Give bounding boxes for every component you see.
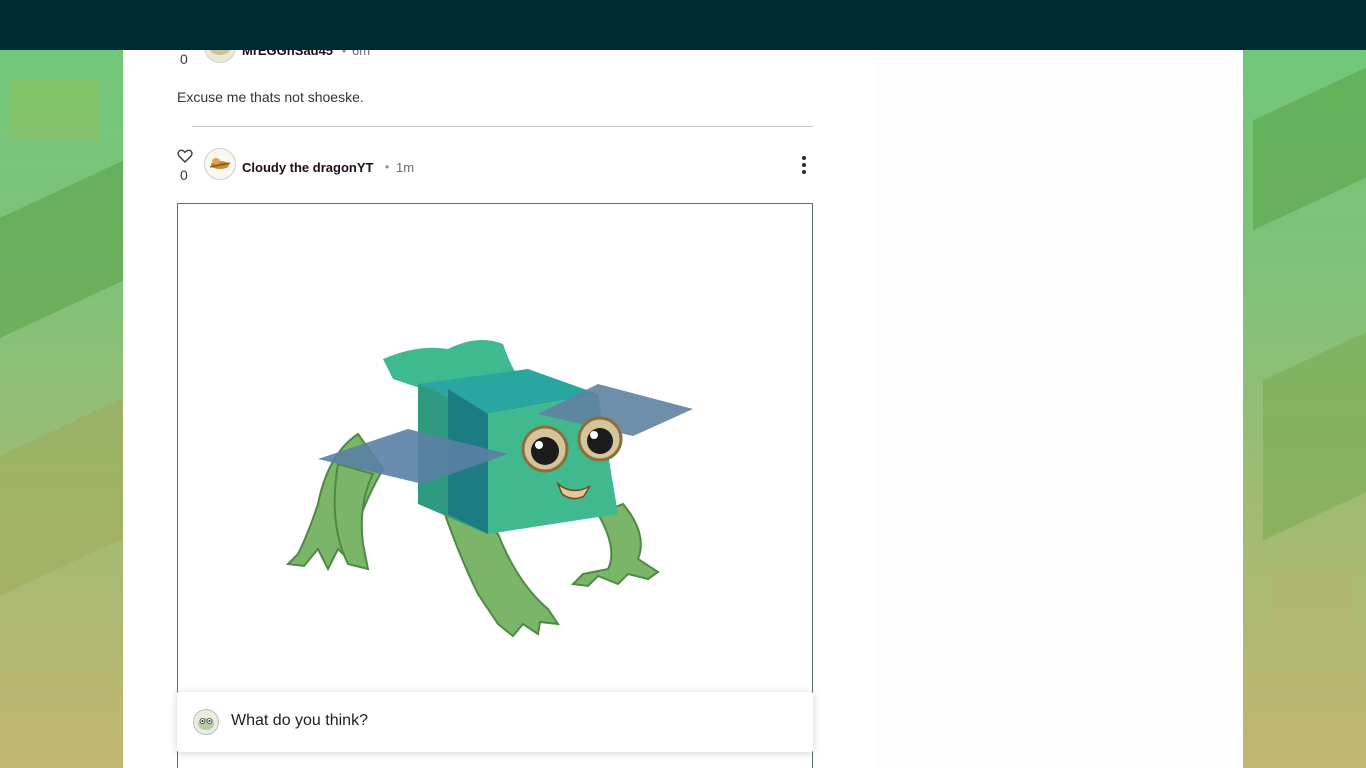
fandom-heart-icon — [10, 14, 36, 37]
comment-2-more-options-icon[interactable] — [802, 156, 806, 177]
nav-links: GAMES MOVIES TV VIDEO WIKIS — [151, 0, 534, 50]
fandom-logo[interactable]: FANDOM — [10, 12, 121, 38]
comment-2-avatar-image — [205, 149, 235, 179]
right-rail — [877, 50, 1243, 768]
comment-divider — [192, 126, 813, 127]
start-a-wiki-button[interactable]: START A WIKI — [1250, 9, 1355, 40]
comment-2-separator: • — [385, 160, 390, 174]
background-left — [0, 50, 123, 768]
user-avatar[interactable] — [1142, 11, 1170, 39]
comment-2-avatar[interactable] — [204, 148, 236, 180]
nav-movies[interactable]: MOVIES — [236, 16, 300, 34]
user-avatar-image — [1144, 13, 1168, 37]
like-heart-icon[interactable] — [177, 149, 193, 163]
notifications-chevron-icon[interactable] — [1231, 22, 1239, 27]
nav-games[interactable]: GAMES — [151, 16, 211, 34]
search-input[interactable] — [751, 10, 1125, 40]
comment-1-text: Excuse me thats not shoeske. — [177, 89, 364, 105]
nav-wikis[interactable]: WIKIS — [448, 16, 510, 34]
user-menu-chevron-icon[interactable] — [1181, 22, 1189, 27]
comment-2-score: 0 — [180, 167, 188, 183]
fandom-logo-text: FANDOM — [40, 14, 121, 35]
nav-video[interactable]: VIDEO — [371, 16, 422, 34]
search-icon[interactable] — [720, 16, 737, 33]
top-navigation: FANDOM GAMES MOVIES TV VIDEO WIKIS START… — [0, 0, 1366, 50]
comment-2-username[interactable]: Cloudy the dragonYT — [242, 160, 373, 175]
composer-avatar-image — [194, 710, 218, 734]
chevron-down-icon — [501, 22, 510, 28]
nav-tv[interactable]: TV — [325, 16, 346, 34]
notification-bell-icon[interactable] — [1199, 13, 1217, 35]
background-right — [1243, 50, 1366, 768]
composer-avatar — [193, 709, 219, 735]
frog-bee-image — [285, 340, 693, 638]
comment-input-placeholder[interactable]: What do you think? — [231, 712, 368, 730]
comment-composer[interactable]: What do you think? — [177, 692, 813, 752]
comment-2-time: 1m — [396, 160, 415, 175]
comment-1-score: 0 — [180, 51, 188, 67]
nav-wikis-label: WIKIS — [447, 16, 496, 33]
comment-2-image[interactable] — [177, 203, 813, 768]
